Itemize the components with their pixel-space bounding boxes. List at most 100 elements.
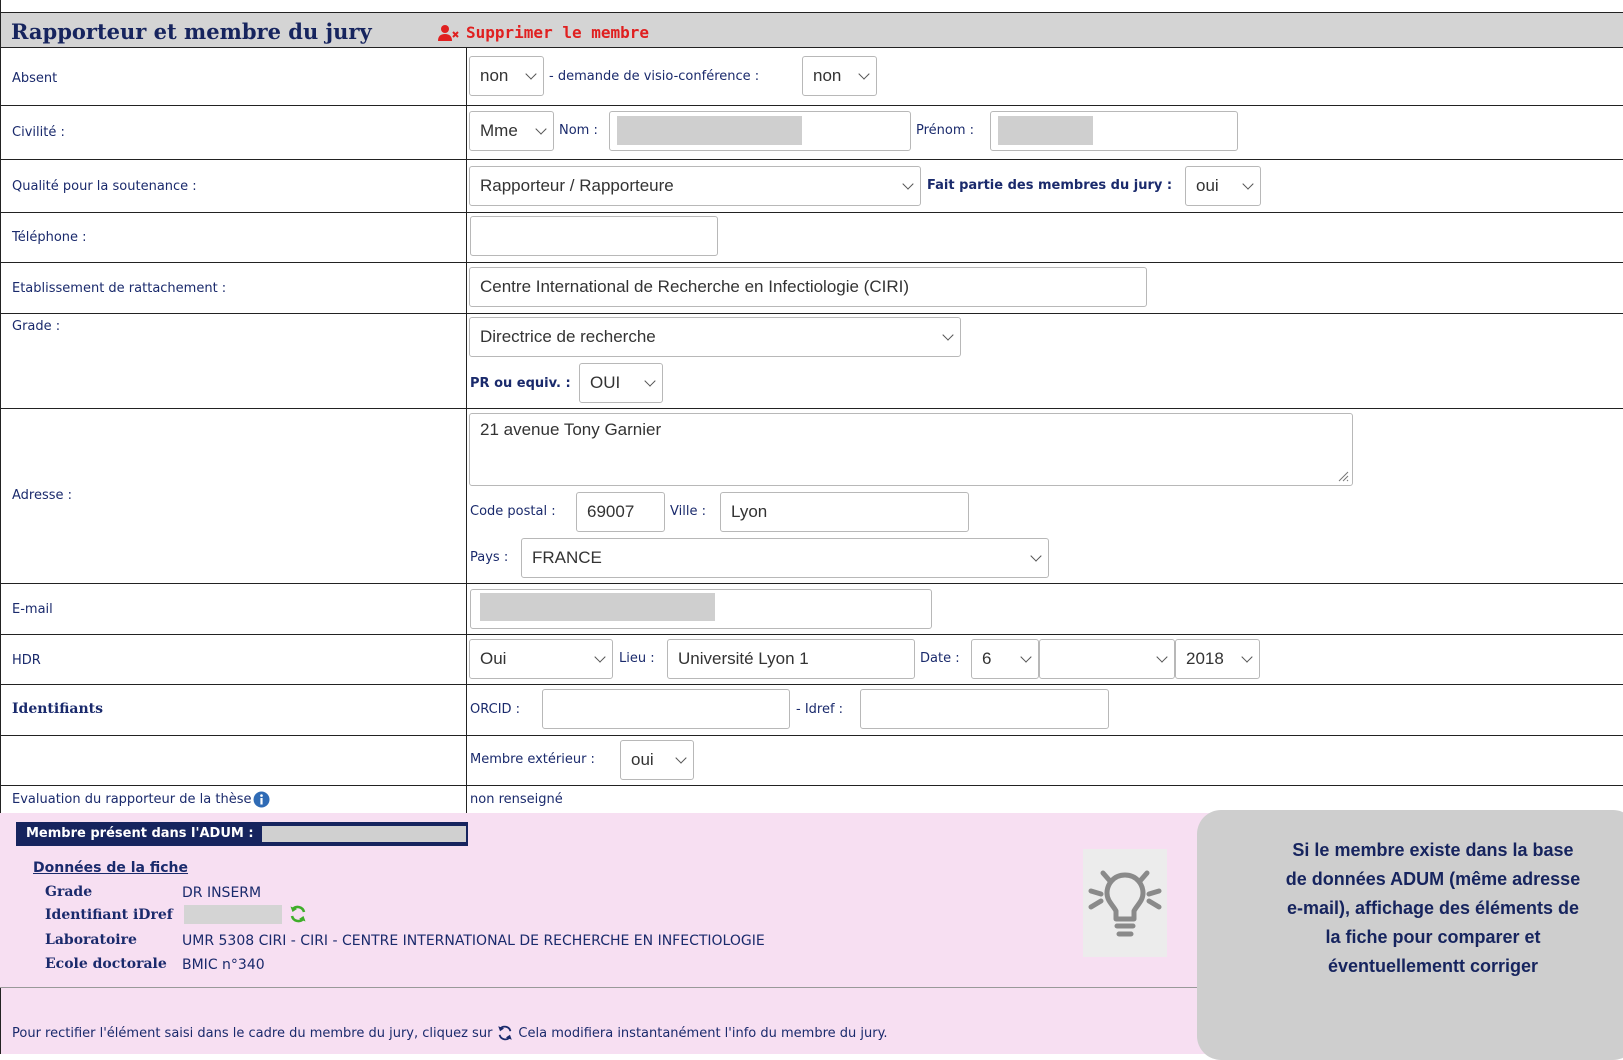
delete-member-label: Supprimer le membre — [466, 23, 650, 42]
pr-equiv-label: PR ou equiv. : — [470, 376, 571, 391]
row-divider — [0, 313, 1623, 314]
pr-equiv-value: OUI — [590, 373, 621, 392]
evaluation-label-text: Evaluation du rapporteur de la thèse — [12, 792, 252, 807]
jury-member-select[interactable]: oui — [1185, 166, 1261, 206]
section-header: Rapporteur et membre du jury Supprimer l… — [0, 12, 1623, 48]
fiche-key-idref: Identifiant iDref — [45, 907, 173, 923]
qualite-label: Qualité pour la soutenance : — [12, 179, 197, 194]
footer-note-before: Pour rectifier l'élément saisi dans le c… — [12, 1025, 493, 1041]
absent-label: Absent — [12, 71, 58, 86]
tip-line: éventuellementt corriger — [1327, 956, 1539, 976]
prenom-redaction — [998, 116, 1093, 145]
delete-user-icon — [438, 24, 459, 41]
ville-input[interactable]: Lyon — [720, 492, 969, 532]
evaluation-value: non renseigné — [470, 792, 563, 807]
chevron-down-icon — [902, 178, 914, 190]
hdr-lieu-value: Université Lyon 1 — [678, 649, 809, 668]
row-divider — [0, 408, 1623, 409]
hdr-year-value: 2018 — [1186, 649, 1224, 668]
refresh-icon[interactable] — [496, 1024, 514, 1042]
hdr-date-label: Date : — [920, 651, 960, 666]
idref-input[interactable] — [860, 689, 1109, 729]
civilite-label: Civilité : — [12, 125, 65, 140]
evaluation-label: Evaluation du rapporteur de la thèse — [12, 791, 270, 808]
nom-redaction — [617, 116, 802, 145]
chevron-down-icon — [942, 329, 954, 341]
tip-line: la fiche pour comparer et — [1325, 927, 1541, 947]
jury-member-label: Fait partie des membres du jury : — [927, 178, 1173, 193]
row-divider — [0, 735, 1623, 736]
hdr-lieu-input[interactable]: Université Lyon 1 — [667, 639, 915, 679]
pr-equiv-select[interactable]: OUI — [579, 363, 663, 403]
orcid-label: ORCID : — [470, 702, 521, 717]
visio-label: - demande de visio-conférence : — [549, 69, 760, 84]
grade-value: Directrice de recherche — [480, 327, 656, 346]
adresse-value: 21 avenue Tony Garnier — [480, 420, 662, 439]
chevron-down-icon — [1030, 550, 1042, 562]
row-divider — [0, 634, 1623, 635]
fiche-data-link[interactable]: Données de la fiche — [33, 860, 188, 876]
absent-value: non — [480, 66, 509, 85]
email-redaction — [480, 593, 715, 621]
membre-exterieur-value: oui — [631, 750, 654, 769]
chevron-down-icon — [1020, 651, 1032, 663]
telephone-label: Téléphone : — [12, 230, 87, 245]
chevron-down-icon — [1241, 651, 1253, 663]
orcid-input[interactable] — [542, 689, 790, 729]
etablissement-label: Etablissement de rattachement : — [12, 281, 227, 296]
ville-label: Ville : — [670, 504, 706, 519]
footer-note-after: Cela modifiera instantanément l'info du … — [518, 1025, 888, 1041]
pays-label: Pays : — [470, 550, 509, 565]
row-divider — [0, 212, 1623, 213]
telephone-input[interactable] — [470, 216, 718, 256]
adum-divider — [0, 987, 1200, 988]
hdr-year-select[interactable]: 2018 — [1175, 639, 1260, 679]
code-postal-input[interactable]: 69007 — [576, 492, 665, 532]
visio-select[interactable]: non — [802, 56, 877, 96]
idref-redaction — [184, 905, 282, 924]
hdr-day-value: 6 — [982, 649, 992, 668]
nom-label: Nom : — [559, 123, 598, 138]
adum-name-redaction — [262, 826, 466, 842]
hdr-select[interactable]: Oui — [469, 639, 613, 679]
tip-line: de données ADUM (même adresse — [1285, 869, 1581, 889]
qualite-value: Rapporteur / Rapporteure — [480, 176, 674, 195]
adresse-textarea[interactable]: 21 avenue Tony Garnier — [469, 413, 1353, 486]
tip-line: e-mail), affichage des éléments de — [1286, 898, 1580, 918]
membre-exterieur-label: Membre extérieur : — [470, 752, 595, 767]
membre-exterieur-select[interactable]: oui — [620, 740, 694, 780]
hdr-label: HDR — [12, 653, 41, 668]
visio-value: non — [813, 66, 842, 85]
hdr-value: Oui — [480, 649, 507, 668]
absent-select[interactable]: non — [469, 56, 544, 96]
row-divider — [0, 583, 1623, 584]
row-divider — [0, 105, 1623, 106]
civilite-select[interactable]: Mme — [469, 111, 554, 151]
chevron-down-icon — [1156, 651, 1168, 663]
prenom-label: Prénom : — [916, 123, 975, 138]
qualite-select[interactable]: Rapporteur / Rapporteure — [469, 166, 921, 206]
row-divider — [0, 159, 1623, 160]
section-title: Rapporteur et membre du jury — [11, 19, 372, 44]
fiche-key-laboratoire: Laboratoire — [45, 932, 137, 948]
lightbulb-icon — [1083, 849, 1167, 957]
chevron-down-icon — [1242, 178, 1254, 190]
civilite-value: Mme — [480, 121, 518, 140]
chevron-down-icon — [644, 375, 656, 387]
fiche-key-ecole: Ecole doctorale — [45, 956, 167, 972]
resize-grip-icon[interactable] — [1337, 470, 1349, 482]
code-postal-value: 69007 — [587, 502, 635, 521]
info-icon[interactable] — [253, 791, 270, 808]
code-postal-label: Code postal : — [470, 504, 556, 519]
grade-select[interactable]: Directrice de recherche — [469, 317, 961, 357]
adresse-label: Adresse : — [12, 488, 73, 503]
delete-member-button[interactable]: Supprimer le membre — [438, 23, 649, 42]
pays-select[interactable]: FRANCE — [521, 538, 1049, 578]
adum-left-border — [0, 987, 1, 1054]
chevron-down-icon — [858, 68, 870, 80]
hdr-day-select[interactable]: 6 — [971, 639, 1039, 679]
etablissement-input[interactable]: Centre International de Recherche en Inf… — [469, 267, 1147, 307]
tip-text: Si le membre existe dans la base de donn… — [1203, 836, 1623, 981]
refresh-icon[interactable] — [288, 904, 308, 924]
hdr-month-select[interactable] — [1039, 639, 1175, 679]
